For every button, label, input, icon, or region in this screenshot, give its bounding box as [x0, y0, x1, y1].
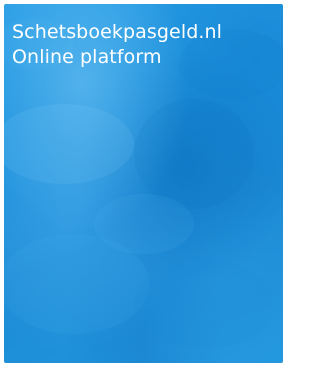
platform-card[interactable]: Schetsboekpasgeld.nl Online platform: [0, 0, 287, 367]
card-title-block: Schetsboekpasgeld.nl Online platform: [12, 20, 222, 70]
card-title[interactable]: Schetsboekpasgeld.nl: [12, 20, 222, 45]
card-subtitle: Online platform: [12, 46, 162, 68]
